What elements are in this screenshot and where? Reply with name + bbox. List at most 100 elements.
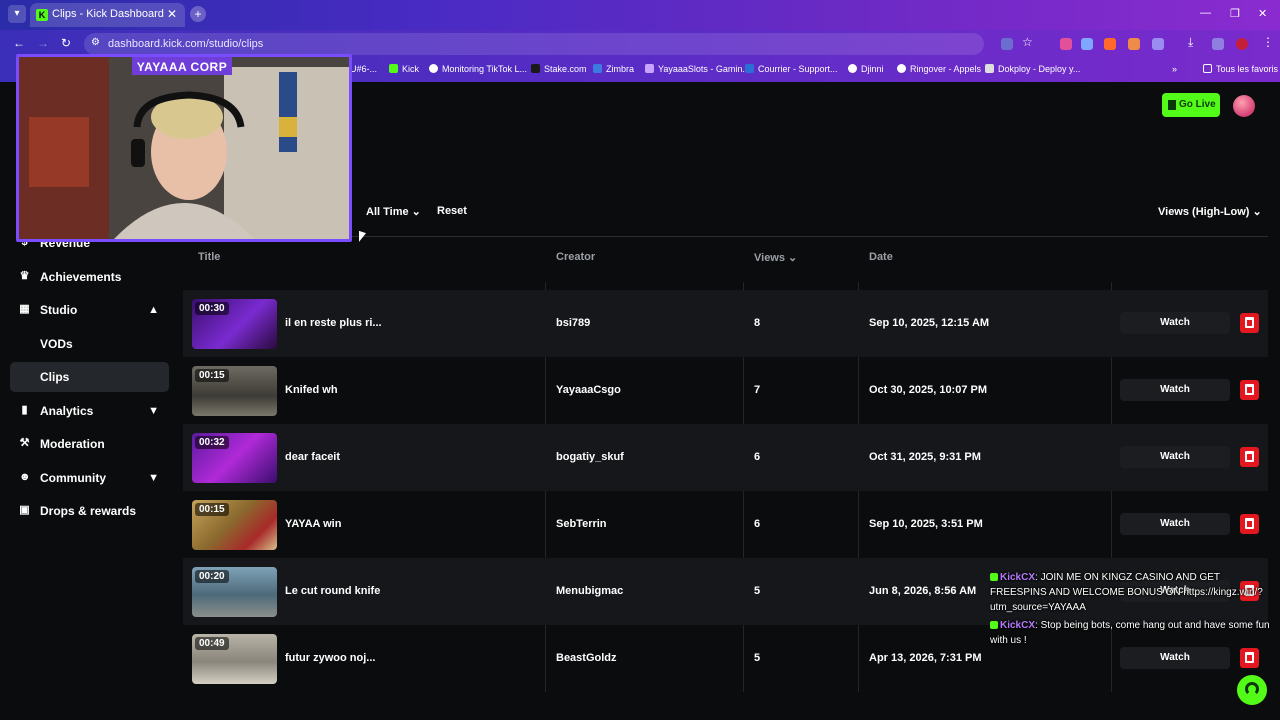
bar-chart-icon: ▮ [21,404,28,416]
table-row[interactable]: 00:30 il en reste plus ri... bsi789 8 Se… [183,290,1268,357]
bookmark-item[interactable]: Monitoring TikTok L... [429,64,527,74]
watch-button[interactable]: Watch [1120,513,1230,535]
bookmark-item[interactable]: Stake.com [531,64,587,74]
extensions-puzzle-icon[interactable] [1152,38,1164,50]
address-bar[interactable]: ⚙ dashboard.kick.com/studio/clips [84,33,984,55]
profile-icon[interactable] [1236,38,1248,50]
clip-thumbnail[interactable]: 00:32 [192,433,277,483]
clip-duration: 00:20 [195,570,229,583]
support-chat-button[interactable] [1237,675,1267,705]
table-row[interactable]: 00:15 YAYAA win SebTerrin 6 Sep 10, 2025… [183,491,1268,558]
trash-icon [1245,652,1254,663]
sidebar-item-moderation[interactable]: ⚒ Moderation [10,429,169,459]
media-control-icon[interactable] [1212,38,1224,50]
table-row[interactable]: 00:32 dear faceit bogatiy_skuf 6 Oct 31,… [183,424,1268,491]
screen: { "browser": { "tab_title": "Clips - Kic… [0,0,1280,720]
sidebar-item-clips[interactable]: Clips [10,362,169,392]
bookmark-item[interactable]: Ringover - Appels [897,64,981,74]
film-icon: ▦ [19,303,30,315]
tab-close-icon[interactable]: ✕ [167,7,177,21]
delete-button[interactable] [1240,380,1259,400]
chevron-down-icon: ⌄ [411,206,421,218]
minimize-button[interactable]: — [1200,7,1211,19]
sidebar-item-vods[interactable]: VODs [10,329,169,359]
bookmark-item[interactable]: Tous les favoris [1203,64,1278,74]
extension-icon[interactable] [1128,38,1140,50]
clip-thumbnail[interactable]: 00:49 [192,634,277,684]
sidebar-item-label: Clips [40,370,70,384]
column-views[interactable]: Views ⌄ [754,251,797,264]
extension-icon[interactable] [1060,38,1072,50]
clip-views: 8 [754,317,761,329]
dokploy-favicon-icon [985,64,994,73]
maximize-button[interactable]: ❐ [1230,7,1240,20]
extension-icon[interactable] [1081,38,1093,50]
clip-duration: 00:49 [195,637,229,650]
site-info-icon[interactable]: ⚙ [91,37,100,48]
trash-icon [1245,384,1254,395]
sort-select[interactable]: Views (High-Low) ⌄ [1158,205,1262,218]
stake-favicon-icon [531,64,540,73]
go-live-button[interactable]: Go Live [1162,93,1220,117]
sidebar-item-studio[interactable]: ▦ Studio ▲ [10,295,169,325]
tab-title: Clips - Kick Dashboard [52,8,164,20]
bookmark-item[interactable]: Courrier - Support... [745,64,838,74]
bookmark-label: Ringover - Appels [910,64,982,74]
sidebar-item-label: Studio [40,303,78,317]
hammer-icon: ⚒ [19,437,30,449]
forward-arrow-icon[interactable]: → [37,36,49,50]
table-row[interactable]: 00:15 Knifed wh YayaaaCsgo 7 Oct 30, 202… [183,357,1268,424]
delete-button[interactable] [1240,648,1259,668]
clip-thumbnail[interactable]: 00:20 [192,567,277,617]
clip-duration: 00:15 [195,503,229,516]
reload-icon[interactable]: ↻ [61,36,71,50]
webcam-video [19,57,349,239]
bookmark-item[interactable]: U#6-... [350,64,377,74]
column-title[interactable]: Title [198,251,220,263]
watch-button[interactable]: Watch [1120,379,1230,401]
close-window-button[interactable]: ✕ [1258,7,1267,20]
sidebar-item-drops-rewards[interactable]: ▣ Drops & rewards [10,496,169,526]
bookmark-item[interactable]: YayaaaSlots - Gamin... [645,64,750,74]
sidebar-item-community[interactable]: ☻ Community ▼ [10,463,169,493]
bookmark-item[interactable]: Zimbra [593,64,634,74]
column-creator[interactable]: Creator [556,251,595,263]
bookmark-item[interactable]: Kick [389,64,419,74]
time-range-select[interactable]: All Time ⌄ [366,205,421,218]
download-icon[interactable]: ⤓ [1188,35,1193,50]
watch-button[interactable]: Watch [1120,446,1230,468]
back-arrow-icon[interactable]: ← [13,36,25,50]
bookmark-label: Dokploy - Deploy y... [998,64,1081,74]
bookmark-item[interactable]: Dokploy - Deploy y... [985,64,1080,74]
clip-thumbnail[interactable]: 00:15 [192,500,277,550]
sidebar-item-analytics[interactable]: ▮ Analytics ▼ [10,396,169,426]
clip-thumbnail[interactable]: 00:15 [192,366,277,416]
clip-thumbnail[interactable]: 00:30 [192,299,277,349]
delete-button[interactable] [1240,514,1259,534]
clip-date: Sep 10, 2025, 3:51 PM [869,518,983,530]
browser-tab[interactable]: K Clips - Kick Dashboard ✕ [30,3,185,27]
bookmark-star-icon[interactable]: ☆ [1022,35,1033,49]
translate-icon[interactable] [1001,38,1013,50]
sidebar-item-label: VODs [40,337,73,351]
clip-date: Sep 10, 2025, 12:15 AM [869,317,990,329]
delete-button[interactable] [1240,447,1259,467]
webcam-label: YAYAAA CORP [132,57,232,75]
sort-label: Views (High-Low) [1158,206,1250,218]
delete-button[interactable] [1240,313,1259,333]
watch-button[interactable]: Watch [1120,312,1230,334]
bookmarks-overflow-icon[interactable]: » [1172,64,1177,74]
clip-date: Apr 13, 2026, 7:31 PM [869,652,982,664]
browser-menu-icon[interactable]: ⋮ [1262,35,1274,49]
badge-icon [990,621,998,629]
sidebar-item-achievements[interactable]: ♛ Achievements [10,262,169,292]
reset-button[interactable]: Reset [437,205,467,217]
watch-button[interactable]: Watch [1120,647,1230,669]
tab-search-button[interactable]: ▾ [8,5,26,23]
avatar[interactable] [1233,95,1255,117]
column-date[interactable]: Date [869,251,893,263]
bookmark-item[interactable]: Djinni [848,64,884,74]
trash-icon [1245,451,1254,462]
new-tab-button[interactable]: + [190,6,206,22]
extension-icon[interactable] [1104,38,1116,50]
